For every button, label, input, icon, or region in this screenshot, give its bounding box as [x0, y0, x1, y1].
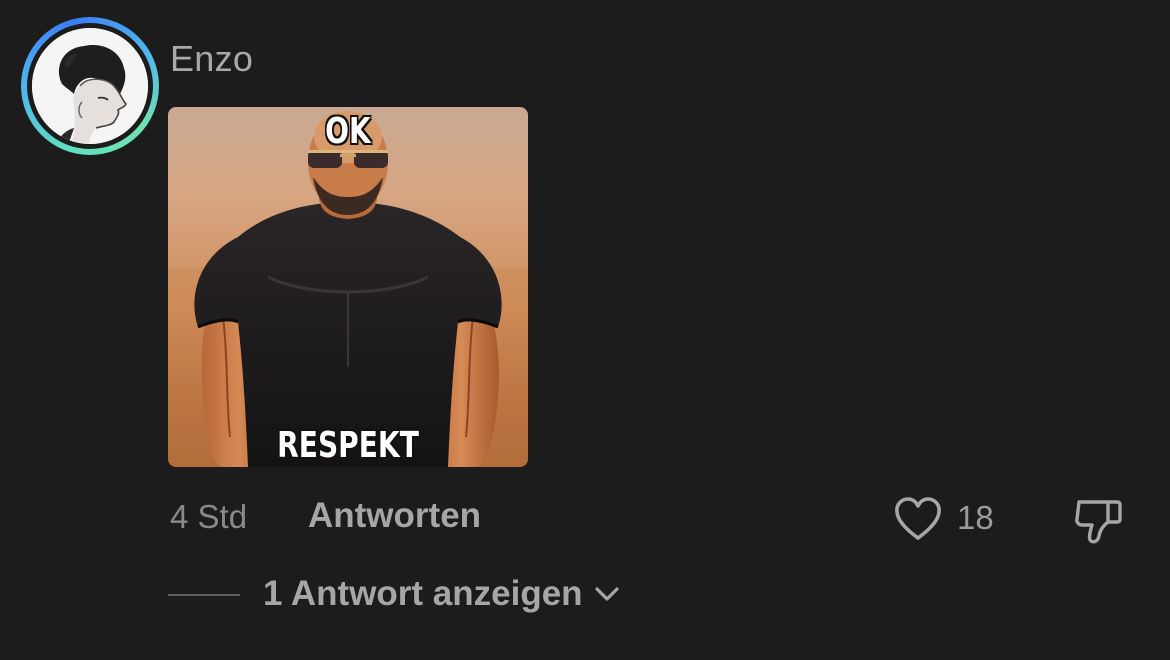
like-button[interactable]	[892, 494, 944, 544]
heart-icon	[895, 497, 941, 540]
replies-divider	[168, 594, 240, 596]
comment-timestamp: 4 Std	[170, 498, 248, 535]
username[interactable]: Enzo	[170, 38, 253, 80]
view-replies-button[interactable]: 1 Antwort anzeigen	[263, 574, 621, 614]
comment-image[interactable]: OK RESPEKT	[168, 107, 528, 467]
story-ring[interactable]	[21, 17, 159, 155]
thumbs-down-icon	[1075, 500, 1122, 544]
meme-bodybuilder-image	[168, 111, 528, 467]
view-replies-label: 1 Antwort anzeigen	[263, 574, 583, 613]
chevron-down-icon	[594, 587, 619, 601]
reply-button[interactable]: Antworten	[308, 496, 481, 536]
comment: Enzo OK RESPEKT 4 Std Antworten 18 1 Ant…	[0, 0, 1170, 660]
like-count: 18	[957, 499, 994, 536]
meme-top-caption: OK	[325, 111, 371, 152]
user-avatar[interactable]	[32, 28, 148, 144]
avatar-portrait-icon	[32, 28, 148, 144]
meme-bottom-caption: RESPEKT	[277, 425, 419, 466]
dislike-button[interactable]	[1072, 494, 1124, 546]
